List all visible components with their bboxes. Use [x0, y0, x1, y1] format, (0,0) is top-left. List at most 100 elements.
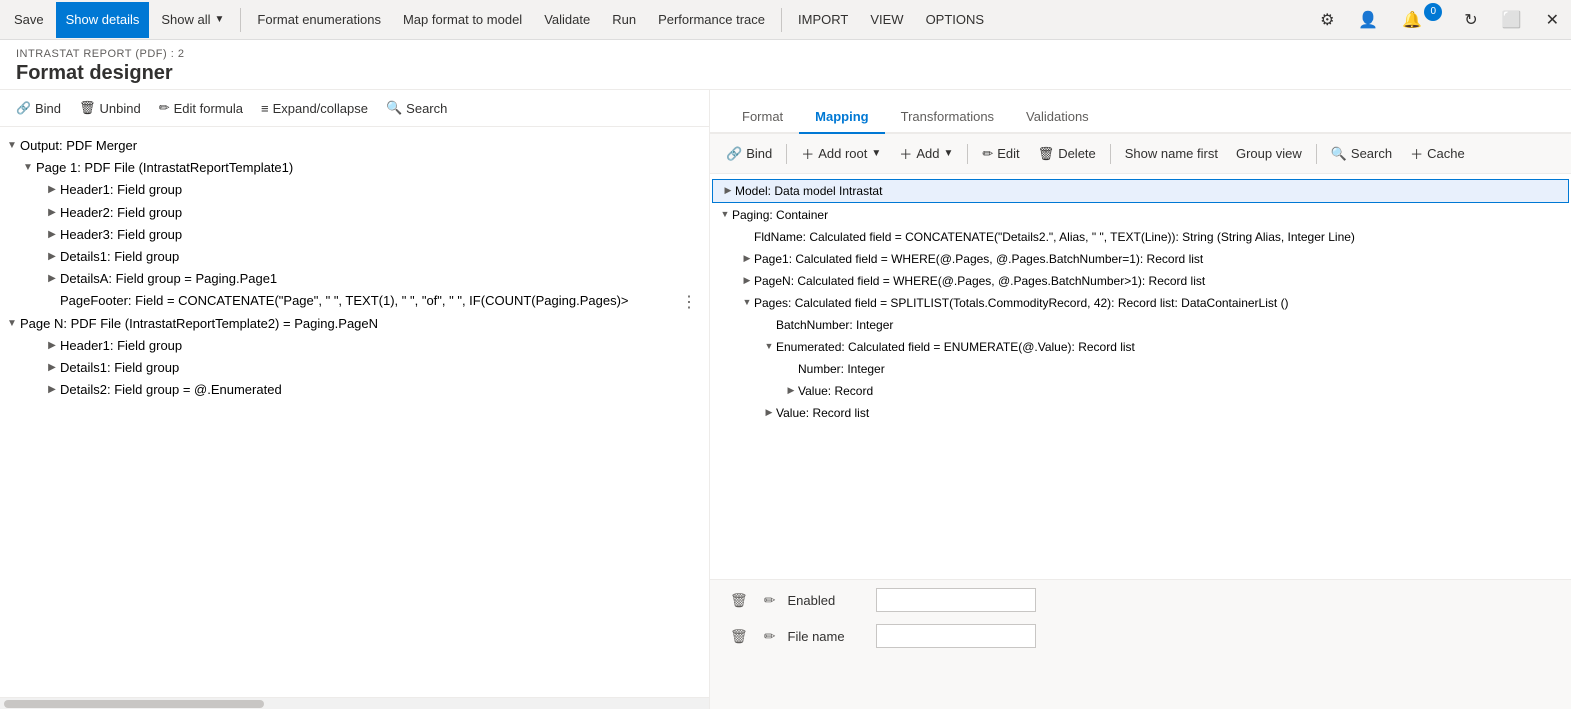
model-toggle-pageNcalc[interactable]: ▶: [740, 272, 754, 288]
enabled-field-row: 🗑 ✏ Enabled: [726, 588, 1555, 612]
enabled-edit-btn[interactable]: ✏: [760, 590, 780, 611]
tree-item-header1b[interactable]: ▶ Header1: Field group: [0, 335, 709, 357]
model-item-paging[interactable]: ▼ Paging: Container: [710, 204, 1571, 226]
cache-button[interactable]: ＋ Cache: [1402, 140, 1473, 167]
tab-format[interactable]: Format: [726, 101, 799, 134]
tree-item-detailsA[interactable]: ▶ DetailsA: Field group = Paging.Page1: [0, 268, 709, 290]
tree-item-details2[interactable]: ▶ Details2: Field group = @.Enumerated: [0, 379, 709, 401]
model-toggle-value-list[interactable]: ▶: [762, 404, 776, 420]
filename-label: File name: [788, 629, 868, 644]
tree-item-header3[interactable]: ▶ Header3: Field group: [0, 224, 709, 246]
model-item-model[interactable]: ▶ Model: Data model Intrastat: [712, 179, 1569, 203]
performance-trace-button[interactable]: Performance trace: [648, 2, 775, 38]
toggle-page1[interactable]: ▼: [20, 159, 36, 175]
close-icon-btn[interactable]: ✕: [1538, 6, 1567, 34]
filename-edit-btn[interactable]: ✏: [760, 626, 780, 647]
model-item-value-record[interactable]: ▶ Value: Record: [710, 380, 1571, 402]
add-root-chevron: ▼: [871, 148, 881, 159]
map-format-to-model-button[interactable]: Map format to model: [393, 2, 532, 38]
tab-transformations[interactable]: Transformations: [885, 101, 1010, 134]
toggle-details2[interactable]: ▶: [44, 381, 60, 397]
show-all-button[interactable]: Show all ▼: [151, 2, 234, 38]
label-details1b: Details1: Field group: [60, 359, 705, 377]
run-button[interactable]: Run: [602, 2, 646, 38]
model-item-number[interactable]: ▶ Number: Integer: [710, 358, 1571, 380]
import-button[interactable]: IMPORT: [788, 2, 858, 38]
model-item-pageNcalc[interactable]: ▶ PageN: Calculated field = WHERE(@.Page…: [710, 270, 1571, 292]
breadcrumb: INTRASTAT REPORT (PDF) : 2: [16, 48, 1555, 60]
search-icon: 🔍: [386, 100, 402, 116]
tree-item-output[interactable]: ▼ Output: PDF Merger: [0, 135, 709, 157]
model-toggle-model[interactable]: ▶: [721, 182, 735, 198]
delete-button[interactable]: 🗑 Delete: [1030, 142, 1104, 166]
model-item-pages[interactable]: ▼ Pages: Calculated field = SPLITLIST(To…: [710, 292, 1571, 314]
tree-item-header1[interactable]: ▶ Header1: Field group: [0, 179, 709, 201]
maximize-icon-btn[interactable]: ⬜: [1494, 6, 1530, 34]
toggle-output[interactable]: ▼: [4, 137, 20, 153]
user-icon-btn[interactable]: 👤: [1350, 6, 1386, 34]
left-hscrollbar[interactable]: [0, 697, 709, 709]
model-item-fldname[interactable]: ▶ FldName: Calculated field = CONCATENAT…: [710, 226, 1571, 248]
toggle-details1b[interactable]: ▶: [44, 359, 60, 375]
model-tree: ▶ Model: Data model Intrastat ▼ Paging: …: [710, 174, 1571, 579]
tree-item-pageN[interactable]: ▼ Page N: PDF File (IntrastatReportTempl…: [0, 313, 709, 335]
options-button[interactable]: OPTIONS: [916, 2, 995, 38]
model-item-value-list[interactable]: ▶ Value: Record list: [710, 402, 1571, 424]
edit-button[interactable]: ✏ Edit: [974, 142, 1027, 166]
group-view-button[interactable]: Group view: [1228, 142, 1310, 165]
expand-collapse-button[interactable]: ≡ Expand/collapse: [253, 97, 376, 120]
model-item-batchnumber[interactable]: ▶ BatchNumber: Integer: [710, 314, 1571, 336]
model-item-enumerated[interactable]: ▼ Enumerated: Calculated field = ENUMERA…: [710, 336, 1571, 358]
right-search-button[interactable]: 🔍 Search: [1323, 142, 1400, 166]
toggle-header2[interactable]: ▶: [44, 204, 60, 220]
unbind-button[interactable]: 🗑 Unbind: [71, 96, 149, 120]
model-item-page1calc[interactable]: ▶ Page1: Calculated field = WHERE(@.Page…: [710, 248, 1571, 270]
toggle-detailsA[interactable]: ▶: [44, 270, 60, 286]
model-toggle-enumerated[interactable]: ▼: [762, 338, 776, 354]
edit-formula-button[interactable]: ✏ Edit formula: [151, 96, 251, 120]
add-button[interactable]: ＋ Add ▼: [891, 140, 961, 167]
toggle-header1b[interactable]: ▶: [44, 337, 60, 353]
refresh-icon-btn[interactable]: ↻: [1456, 6, 1485, 34]
toggle-header1[interactable]: ▶: [44, 181, 60, 197]
toggle-header3[interactable]: ▶: [44, 226, 60, 242]
hscroll-thumb[interactable]: [4, 700, 264, 708]
filename-delete-btn[interactable]: 🗑: [726, 626, 752, 647]
model-label-paging: Paging: Container: [732, 206, 1567, 224]
cache-icon: ＋: [1410, 144, 1423, 163]
format-enumerations-button[interactable]: Format enumerations: [247, 2, 391, 38]
tree-item-details1[interactable]: ▶ Details1: Field group: [0, 246, 709, 268]
enabled-delete-btn[interactable]: 🗑: [726, 590, 752, 611]
notification-area: 🔔 0: [1394, 6, 1448, 34]
model-toggle-paging[interactable]: ▼: [718, 206, 732, 222]
tree-item-pageFooter[interactable]: ▶ PageFooter: Field = CONCATENATE("Page"…: [0, 290, 709, 312]
tree-item-page1[interactable]: ▼ Page 1: PDF File (IntrastatReportTempl…: [0, 157, 709, 179]
model-label-model: Model: Data model Intrastat: [735, 182, 1564, 200]
validate-button[interactable]: Validate: [534, 2, 600, 38]
show-details-button[interactable]: Show details: [56, 2, 150, 38]
left-search-button[interactable]: 🔍 Search: [378, 96, 455, 120]
right-bind-button[interactable]: 🔗 Bind: [718, 142, 780, 166]
model-toggle-value-record[interactable]: ▶: [784, 382, 798, 398]
filename-field-row: 🗑 ✏ File name: [726, 624, 1555, 648]
model-toggle-page1calc[interactable]: ▶: [740, 250, 754, 266]
tree-item-header2[interactable]: ▶ Header2: Field group: [0, 202, 709, 224]
view-button[interactable]: VIEW: [860, 2, 913, 38]
unbind-icon: 🗑: [79, 100, 96, 116]
label-pageN: Page N: PDF File (IntrastatReportTemplat…: [20, 315, 705, 333]
tab-validations[interactable]: Validations: [1010, 101, 1105, 134]
settings-icon-btn[interactable]: ⚙: [1312, 6, 1342, 34]
enabled-input[interactable]: [876, 588, 1036, 612]
add-root-button[interactable]: ＋ Add root ▼: [793, 140, 889, 167]
toggle-pageN[interactable]: ▼: [4, 315, 20, 331]
tree-item-details1b[interactable]: ▶ Details1: Field group: [0, 357, 709, 379]
bind-icon: 🔗: [16, 101, 31, 115]
model-toggle-pages[interactable]: ▼: [740, 294, 754, 310]
more-options-btn[interactable]: ⋮: [677, 292, 701, 312]
toggle-details1[interactable]: ▶: [44, 248, 60, 264]
filename-input[interactable]: [876, 624, 1036, 648]
bind-button[interactable]: 🔗 Bind: [8, 97, 69, 120]
show-name-first-button[interactable]: Show name first: [1117, 142, 1226, 165]
save-button[interactable]: Save: [4, 2, 54, 38]
tab-mapping[interactable]: Mapping: [799, 101, 884, 134]
